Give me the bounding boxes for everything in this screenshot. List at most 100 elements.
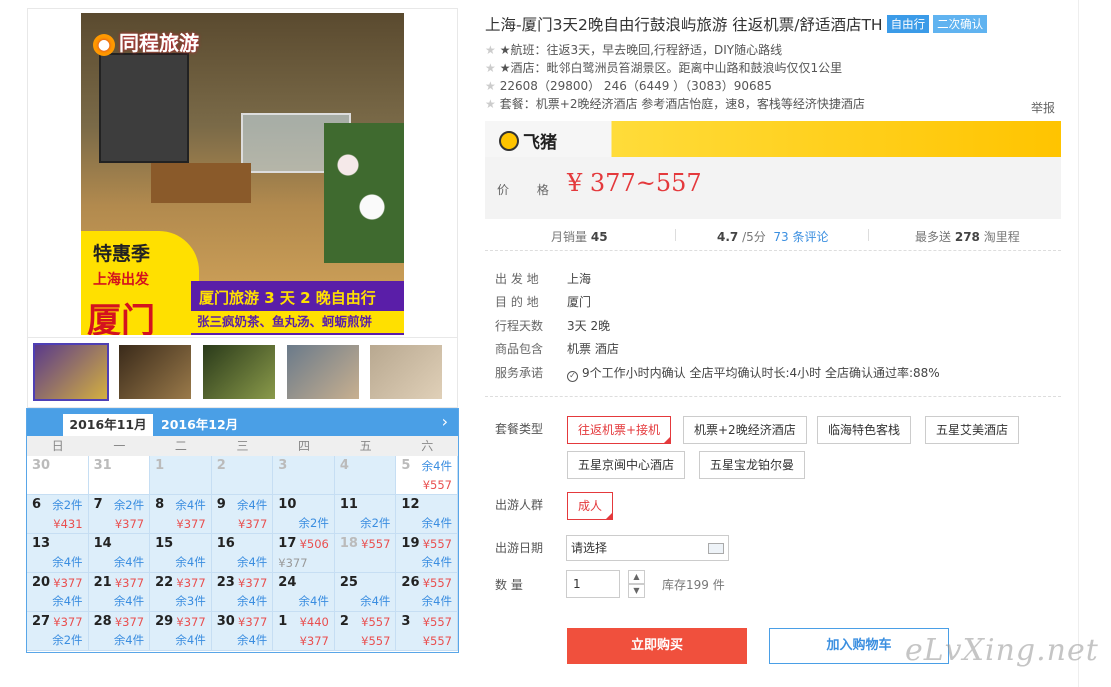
product-title: 上海-厦门3天2晚自由行鼓浪屿旅游 往返机票/舒适酒店TH 自由行 二次确认 — [485, 13, 988, 35]
day-price: ¥557 — [361, 537, 391, 551]
day-number: 15 — [155, 536, 174, 551]
day-price: ¥431 — [53, 517, 83, 531]
package-option-economy-hotel[interactable]: 机票+2晚经济酒店 — [683, 416, 807, 444]
day-number: 30 — [32, 458, 51, 473]
price-calendar: 2016年11月 2016年12月 › 日一二三四五六 30 31 1 2 3 4 5 余4件… — [26, 408, 459, 653]
package-option-le-meridien[interactable]: 五星艾美酒店 — [925, 416, 1020, 444]
fliggy-logo: 飞猪 — [499, 128, 557, 153]
calendar-grid: 30 31 1 2 3 4 5 余4件 ¥557 6 余2件 ¥431 7 余2件 ¥377 8 余4件 ¥377… — [27, 456, 458, 651]
day-remaining: 余4件 — [421, 555, 452, 569]
package-option-seaside-inn[interactable]: 临海特色客栈 — [817, 416, 912, 444]
day-price: ¥377 — [238, 615, 268, 629]
report-link[interactable]: 举报 — [1031, 99, 1055, 116]
day-number: 5 — [401, 458, 411, 473]
feature-line: ★ 22608（29800） 246（6449 ）（3083）90685 — [485, 77, 772, 94]
calendar-day[interactable]: 11 余2件 — [334, 495, 397, 534]
price-label: 价 格 — [497, 183, 561, 197]
calendar-day[interactable]: 25 余4件 — [334, 573, 397, 612]
day-number: 16 — [216, 536, 235, 551]
calendar-day[interactable]: 27 ¥377 余2件 — [27, 612, 89, 651]
thumbnail-3[interactable] — [203, 345, 275, 399]
weekday-label: 三 — [236, 439, 249, 453]
thumbnail-4[interactable] — [287, 345, 359, 399]
info-value: 厦门 — [567, 295, 592, 309]
calendar-day[interactable]: 2 ¥557 ¥557 — [334, 612, 397, 651]
calendar-day[interactable]: 8 余4件 ¥377 — [150, 495, 212, 534]
package-option-flight-pickup[interactable]: 往返机票+接机 — [567, 416, 672, 444]
info-row: 出 发 地 上海 — [495, 270, 591, 287]
product-main-image[interactable]: ● 同程旅游 特惠季 上海出发 厦门 厦门旅游 3 天 2 晚自由行 张三疯奶茶、… — [81, 13, 404, 335]
thumbnail-1[interactable] — [33, 343, 109, 401]
day-number: 19 — [401, 536, 420, 551]
calendar-day[interactable]: 21 ¥377 余4件 — [88, 573, 151, 612]
package-option-pullman[interactable]: 五星宝龙铂尔曼 — [699, 451, 806, 479]
day-number: 24 — [278, 575, 297, 590]
calendar-day[interactable]: 28 ¥377 余4件 — [88, 612, 151, 651]
calendar-day[interactable]: 20 ¥377 余4件 — [27, 573, 89, 612]
thumbnail-5[interactable] — [370, 345, 442, 399]
calendar-day[interactable]: 10 余2件 — [273, 495, 335, 534]
calendar-day[interactable]: 12 余4件 — [396, 495, 458, 534]
calendar-day[interactable]: 1 ¥440 ¥377 — [273, 612, 335, 651]
info-value: 3天 2晚 — [567, 319, 611, 333]
info-key: 行程天数 — [495, 319, 544, 333]
reviews-link[interactable]: 73 条评论 — [773, 230, 828, 244]
day-remaining: 余2件 — [52, 498, 83, 512]
calendar-day[interactable]: 15 余4件 — [150, 534, 212, 573]
calendar-day[interactable]: 26 ¥557 余4件 — [396, 573, 458, 612]
chevron-right-icon[interactable]: › — [442, 412, 448, 431]
promo-yellow-panel: 特惠季 上海出发 厦门 — [81, 231, 199, 335]
promo-city: 厦门 — [87, 301, 155, 335]
calendar-day[interactable]: 22 ¥377 余3件 — [150, 573, 212, 612]
calendar-day[interactable]: 23 ¥377 余4件 — [211, 573, 274, 612]
calendar-day[interactable]: 3 ¥557 ¥557 — [396, 612, 458, 651]
chevron-down-icon[interactable]: ▼ — [628, 584, 645, 598]
calendar-tab-current[interactable]: 2016年11月 — [63, 414, 153, 436]
day-remaining: 余4件 — [175, 498, 206, 512]
calendar-day[interactable]: 7 余2件 ¥377 — [88, 495, 151, 534]
calendar-day[interactable]: 16 余4件 — [211, 534, 274, 573]
day-remaining: 余4件 — [236, 633, 268, 647]
package-label: 套餐类型 — [495, 422, 544, 436]
calendar-day[interactable]: 19 ¥557 余4件 — [396, 534, 458, 573]
calendar-day[interactable]: 13 余4件 — [27, 534, 89, 573]
day-remaining: 余2件 — [52, 633, 83, 647]
calendar-day[interactable]: 6 余2件 ¥431 — [27, 495, 89, 534]
info-row: 商品包含 机票 酒店 — [495, 340, 619, 357]
day-number: 13 — [32, 536, 51, 551]
star-icon: ★ — [485, 61, 496, 75]
buy-now-button[interactable]: 立即购买 — [567, 628, 747, 664]
calendar-day[interactable]: 17 ¥506 ¥377 — [273, 534, 335, 573]
calendar-tab-next[interactable]: 2016年12月 — [161, 414, 238, 436]
promo-depart: 上海出发 — [93, 272, 149, 288]
crowd-option-adult[interactable]: 成人 — [567, 492, 614, 520]
thumbnail-2[interactable] — [119, 345, 191, 399]
day-number: 21 — [93, 575, 112, 590]
day-price: ¥377 — [299, 634, 329, 648]
frame-divider — [1078, 0, 1079, 687]
quantity-input[interactable]: 1 — [566, 570, 620, 598]
calendar-day[interactable]: 9 余4件 ¥377 — [211, 495, 274, 534]
star-icon: ★ — [485, 43, 496, 57]
day-price: ¥377 — [176, 615, 206, 629]
points-prefix: 最多送 — [915, 230, 952, 244]
day-number: 22 — [155, 575, 174, 590]
chevron-up-icon[interactable]: ▲ — [628, 570, 645, 584]
feature-text: 套餐：机票+2晚经济酒店 参考酒店怡庭，速8，客栈等经济快捷酒店 — [499, 97, 865, 111]
weekday-label: 一 — [113, 439, 126, 453]
calendar-day[interactable]: 30 ¥377 余4件 — [211, 612, 274, 651]
calendar-day[interactable]: 24 余4件 — [273, 573, 335, 612]
calendar-day: 18 ¥557 — [334, 534, 397, 573]
day-remaining: 余2件 — [298, 516, 329, 530]
platform-bar: 飞猪 — [485, 121, 1061, 157]
info-value: 9个工作小时内确认 全店平均确认时长:4小时 全店确认通过率:88% — [582, 366, 940, 380]
travel-date-input[interactable]: 请选择 — [566, 535, 729, 561]
package-option-jinmin-center[interactable]: 五星京闽中心酒店 — [567, 451, 686, 479]
calendar-header: 2016年11月 2016年12月 › — [27, 409, 458, 436]
day-price: ¥557 — [422, 537, 452, 551]
day-number: 12 — [401, 497, 420, 512]
calendar-day[interactable]: 14 余4件 — [88, 534, 151, 573]
calendar-icon[interactable] — [708, 543, 724, 554]
calendar-day[interactable]: 29 ¥377 余4件 — [150, 612, 212, 651]
day-number: 2 — [339, 614, 349, 629]
